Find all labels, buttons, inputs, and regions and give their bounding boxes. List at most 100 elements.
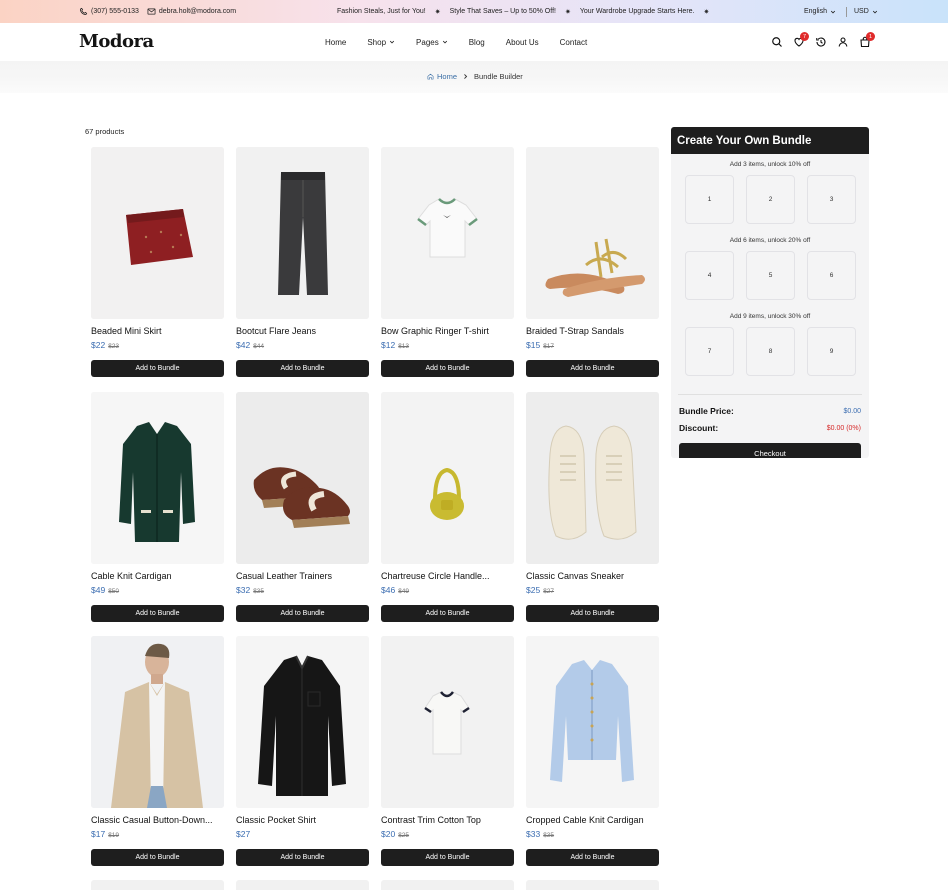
add-to-bundle-button[interactable]: Add to Bundle xyxy=(526,849,659,866)
add-to-bundle-button[interactable]: Add to Bundle xyxy=(526,360,659,377)
add-to-bundle-button[interactable]: Add to Bundle xyxy=(91,604,224,622)
email-link[interactable]: debra.holt@modora.com xyxy=(147,7,236,16)
product-name[interactable]: Classic Canvas Sneaker xyxy=(526,571,659,583)
product-compare-price: $50 xyxy=(108,587,120,595)
bundle-slot[interactable]: 3 xyxy=(807,175,856,224)
add-to-bundle-button[interactable]: Add to Bundle xyxy=(381,604,514,622)
product-name[interactable]: Classic Casual Button-Down... xyxy=(91,815,224,827)
nav-item-about[interactable]: About Us xyxy=(506,38,539,47)
product-image[interactable] xyxy=(91,391,224,564)
product-image[interactable] xyxy=(236,391,369,564)
product-name[interactable]: Bow Graphic Ringer T-shirt xyxy=(381,326,514,338)
product-image[interactable] xyxy=(526,391,659,564)
product-card[interactable]: Casual Leather Trainers $32 $35 Add to Bund… xyxy=(236,391,369,637)
site-logo[interactable]: Modora xyxy=(79,31,154,52)
nav-item-blog[interactable]: Blog xyxy=(469,38,485,47)
add-to-bundle-button[interactable]: Add to Bundle xyxy=(236,604,369,622)
add-to-bundle-button[interactable]: Add to Bundle xyxy=(381,360,514,377)
product-card[interactable]: Bootcut Flare Jeans $42 $44 Add to Bundle xyxy=(236,147,369,392)
chevron-down-icon xyxy=(872,10,877,13)
product-price: $25 xyxy=(526,584,541,595)
add-to-bundle-button[interactable]: Add to Bundle xyxy=(91,849,224,866)
product-card[interactable]: Braided T-Strap Sandals $15 $17 Add to Bund… xyxy=(526,147,659,392)
bundle-slot[interactable]: 8 xyxy=(746,327,795,376)
product-card[interactable]: Contrast Trim Cotton Top $20 $25 Add to Bun… xyxy=(381,636,514,881)
chevron-down-icon xyxy=(442,40,447,44)
phone-link[interactable]: (307) 555-0133 xyxy=(79,7,139,16)
bundle-builder-panel: Create Your Own Bundle Add 3 items, unlo… xyxy=(671,127,869,458)
bundle-slot[interactable]: 5 xyxy=(746,251,795,300)
product-card[interactable]: Cable Knit Cardigan $49 $50 Add to Bundle xyxy=(91,391,224,637)
wishlist-button[interactable]: 7 xyxy=(793,32,815,50)
product-prices: $46 $49 xyxy=(381,585,514,597)
product-image[interactable] xyxy=(526,147,659,319)
product-illustration xyxy=(91,147,224,319)
product-prices: $12 $13 xyxy=(381,340,514,352)
discount-value: $0.00 (0%) xyxy=(826,424,861,432)
product-name[interactable]: Contrast Trim Cotton Top xyxy=(381,815,514,827)
nav-item-shop[interactable]: Shop xyxy=(367,38,395,47)
bundle-slot[interactable]: 6 xyxy=(807,251,856,300)
search-icon xyxy=(772,37,782,47)
product-prices: $20 $25 xyxy=(381,829,514,841)
product-card[interactable]: Classic Pocket Shirt $27 Add to Bundle xyxy=(236,636,369,881)
product-image[interactable] xyxy=(236,147,369,319)
search-button[interactable] xyxy=(771,34,793,50)
product-illustration xyxy=(526,391,659,564)
product-image[interactable] xyxy=(381,147,514,319)
product-card[interactable]: Bow Graphic Ringer T-shirt $12 $13 Add to B… xyxy=(381,147,514,392)
nav-item-contact[interactable]: Contact xyxy=(560,38,588,47)
product-image[interactable] xyxy=(236,636,369,808)
product-card[interactable]: Chartreuse Circle Handle... $46 $49 Add to … xyxy=(381,391,514,637)
cart-button[interactable]: 1 xyxy=(859,32,881,50)
product-card[interactable]: Beaded Mini Skirt $22 $23 Add to Bundle xyxy=(91,147,224,392)
breadcrumb-home-label: Home xyxy=(437,71,458,81)
add-to-bundle-button[interactable]: Add to Bundle xyxy=(236,360,369,377)
bundle-slot[interactable]: 9 xyxy=(807,327,856,376)
nav-item-home[interactable]: Home xyxy=(325,38,346,47)
product-card[interactable]: Classic Casual Button-Down... $17 $19 Add t… xyxy=(91,636,224,881)
chevron-right-icon xyxy=(464,73,468,79)
history-button[interactable] xyxy=(815,34,837,50)
language-select[interactable]: English xyxy=(804,8,836,15)
nav-label: Pages xyxy=(416,37,439,47)
add-to-bundle-button[interactable]: Add to Bundle xyxy=(91,360,224,377)
product-name[interactable]: Casual Leather Trainers xyxy=(236,571,369,583)
bundle-price-row: Bundle Price: $0.00 xyxy=(671,405,869,417)
product-image[interactable] xyxy=(91,636,224,808)
product-card[interactable]: Cropped Cable Knit Cardigan $33 $35 Add to … xyxy=(526,636,659,881)
product-image[interactable] xyxy=(91,147,224,319)
add-to-bundle-button[interactable]: Add to Bundle xyxy=(381,849,514,866)
account-button[interactable] xyxy=(837,34,859,50)
product-card[interactable]: Classic Canvas Sneaker $25 $27 Add to Bundl… xyxy=(526,391,659,637)
bundle-slot[interactable]: 7 xyxy=(685,327,734,376)
promo-text: Your Wardrobe Upgrade Starts Here. xyxy=(579,8,695,15)
product-image-placeholder xyxy=(381,880,514,890)
bundle-slot[interactable]: 2 xyxy=(746,175,795,224)
checkout-button[interactable]: Checkout xyxy=(679,443,861,458)
language-value: English xyxy=(804,8,827,15)
bundle-slot[interactable]: 4 xyxy=(685,251,734,300)
product-name[interactable]: Cable Knit Cardigan xyxy=(91,571,224,583)
product-name[interactable]: Braided T-Strap Sandals xyxy=(526,326,659,338)
product-name[interactable]: Beaded Mini Skirt xyxy=(91,326,224,338)
bundle-slot[interactable]: 1 xyxy=(685,175,734,224)
promo-ticker: Fashion Steals, Just for You! ✷ Style Th… xyxy=(337,0,709,23)
product-name[interactable]: Chartreuse Circle Handle... xyxy=(381,571,514,583)
breadcrumb-home-link[interactable]: Home xyxy=(427,72,457,81)
product-compare-price: $13 xyxy=(398,343,410,350)
product-image[interactable] xyxy=(381,391,514,564)
add-to-bundle-button[interactable]: Add to Bundle xyxy=(526,604,659,622)
product-name[interactable]: Classic Pocket Shirt xyxy=(236,815,369,827)
currency-select[interactable]: USD xyxy=(854,8,878,15)
product-name[interactable]: Bootcut Flare Jeans xyxy=(236,326,369,338)
bundle-price-label: Bundle Price: xyxy=(679,406,734,416)
product-prices: $49 $50 xyxy=(91,585,224,597)
add-to-bundle-button[interactable]: Add to Bundle xyxy=(236,849,369,866)
locale-selectors: English USD xyxy=(804,0,878,23)
discount-row: Discount: $0.00 (0%) xyxy=(671,422,869,434)
product-name[interactable]: Cropped Cable Knit Cardigan xyxy=(526,815,659,827)
product-image[interactable] xyxy=(526,636,659,808)
nav-item-pages[interactable]: Pages xyxy=(416,38,448,47)
product-image[interactable] xyxy=(381,636,514,808)
